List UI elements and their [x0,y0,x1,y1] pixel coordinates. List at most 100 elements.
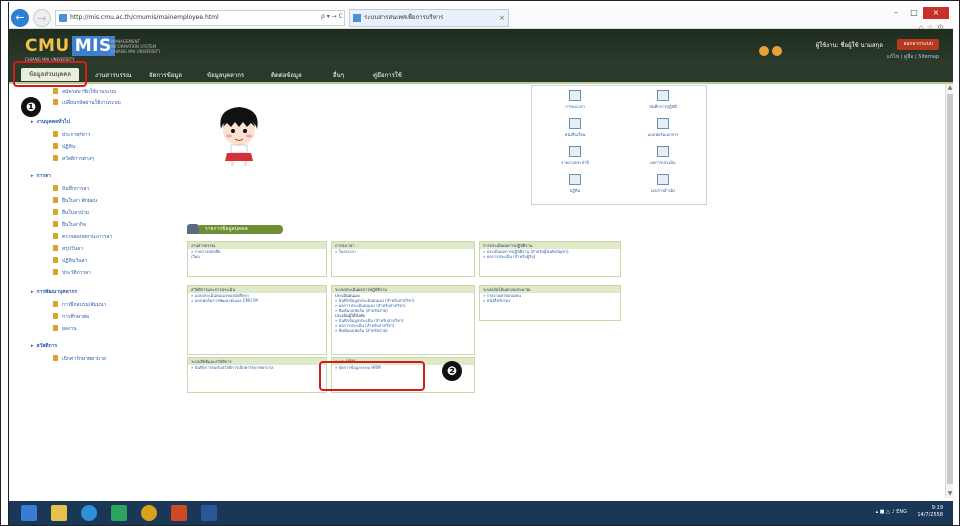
chrome-icon[interactable] [141,505,157,521]
box-link[interactable]: » พิมพ์แบบฟอร์ม (สำหรับสาย) [332,328,474,333]
quick-icon-item[interactable]: ปฏิทิน [532,174,618,194]
quick-icon-label: หนังสือเวียน [564,132,586,137]
logout-button[interactable]: ออกจากระบบ [897,39,939,50]
powerpoint-icon[interactable] [171,505,187,521]
logo-main-text: CMU [25,36,70,56]
work-icon [53,325,58,331]
sidebar-item[interactable]: ผลงาน [53,325,77,333]
history-icon [53,269,58,275]
sidebar-section-welfare[interactable]: สวัสดิการ [31,342,58,350]
menu-tab-staff[interactable]: ข้อมูลบุคลากร [207,70,244,81]
box-title: งานสารบรรณ [188,242,326,249]
sidebar-section-leave[interactable]: การลา [31,172,51,180]
cartoon-avatar [220,107,258,166]
quick-icon-item[interactable]: รายงานประจำปี [532,146,618,166]
quick-icon-item[interactable]: บันทึกการปฏิบัติ [620,90,706,110]
user-icon [53,88,58,94]
sidebar-item[interactable]: เปลี่ยนรหัสผ่านใช้งานระบบ [53,99,121,107]
medical-icon [53,355,58,361]
quick-icon-item[interactable]: แบบฟอร์มเอกสาร [620,118,706,138]
info-box-time: การลงเวลา » ใบลงเวลา [331,241,475,277]
box-link[interactable]: » ผลการประเมิน (สำหรับผู้รับ) [480,254,620,259]
header-sub-links[interactable]: แก้ไข | คู่มือ | Sitemap [887,53,939,61]
box-link[interactable]: » หนังสือรับรอง [480,298,620,303]
sidebar-section-general[interactable]: งานบุคคลทั่วไป [31,118,70,126]
sidebar-item-label: สมัครสมาชิกใช้งานระบบ [62,89,117,95]
box-link[interactable]: » บันทึกการขอรับสวัสดิการเบิกค่ารักษาพยา… [188,365,326,370]
menu-tab-manual[interactable]: คู่มือการใช้ [373,70,402,81]
sidebar-section-development[interactable]: การพัฒนาบุคลากร [31,288,78,296]
section-title: รายการข้อมูลบุคคล [199,225,283,234]
person-icon [569,146,581,157]
address-tools[interactable]: ρ ▾ → C [321,10,343,24]
back-button[interactable]: ← [11,9,29,27]
info-box-rights: ระบบสิทธิและสวัสดิการ » บันทึกการขอรับสว… [187,357,327,393]
highlight-box-menu [13,61,87,87]
sidebar-item-label: การฝึกอบรม/สัมมนา [62,302,107,308]
file-explorer-icon[interactable] [51,505,67,521]
tab-close-icon[interactable]: × [499,10,505,26]
box-link[interactable]: เวียน [188,254,326,259]
cmu-mis-logo[interactable]: CMU MIS [25,36,115,56]
box-title: การประเมินผลการปฏิบัติงาน [480,242,620,249]
info-box-evaluation: การประเมินผลการปฏิบัติงาน » ประเมินผลการ… [479,241,621,277]
sidebar-item[interactable]: ยื่นใบลากิจ [53,221,86,229]
sidebar-item[interactable]: ยื่นใบลา พักผ่อน [53,197,97,205]
vertical-scrollbar[interactable]: ▲ ▼ [945,84,953,498]
quick-icon-item[interactable]: หนังสือเวียน [532,118,618,138]
quick-icon-label: เอกสารอ้างอิง [651,188,675,193]
highlight-box-hrm [319,361,425,391]
menu-tab-other[interactable]: อื่นๆ [333,70,344,81]
ie-browser-icon[interactable] [81,505,97,521]
browser-tab[interactable]: ระบบสารสนเทศเพื่อการบริหาร × [349,9,509,27]
search-icon [53,233,58,239]
sidebar-item[interactable]: การศึกษาต่อ [53,313,89,321]
sidebar-item[interactable]: ปฏิทินวันลา [53,257,87,265]
reference-doc-icon [657,174,669,185]
scroll-up-icon[interactable]: ▲ [946,84,954,92]
quick-icon-label: แบบฟอร์มเอกสาร [647,132,679,137]
training-icon [53,301,58,307]
box-link[interactable]: » ใบลงเวลา [332,249,474,254]
form-icon [53,221,58,227]
address-bar[interactable]: http://mis.cmu.ac.th/cmumis/mainemployee… [55,10,345,26]
taskbar-clock[interactable]: 9:19 14/7/2558 [917,505,943,519]
menu-tab-manage[interactable]: จัดการข้อมูล [149,70,182,81]
quick-icon-item[interactable]: การลงเวลา [532,90,618,110]
quick-icon-item[interactable]: ผลการประเมิน [620,146,706,166]
sidebar-item[interactable]: สวัสดิการต่างๆ [53,155,94,163]
menu-tab-documents[interactable]: งานสารบรรณ [95,70,131,81]
box-link[interactable]: » แบบฟอร์มการพัฒนาตนเอง CMU PA [188,298,326,303]
sidebar-item[interactable]: ปฏิทิน [53,143,75,151]
window-close-button[interactable]: × [923,7,949,19]
scroll-thumb[interactable] [947,94,953,484]
scroll-down-icon[interactable]: ▼ [946,490,954,498]
sidebar-item[interactable]: บันทึกการลา [53,185,89,193]
menu-tab-contact[interactable]: ติดต่อข้อมูล [271,70,302,81]
sidebar-item[interactable]: ตรวจสอบสถานะการลา [53,233,112,241]
box-title: ระบบประเมินผลการปฏิบัติงาน [332,286,474,293]
sidebar-item[interactable]: การฝึกอบรม/สัมมนา [53,301,106,309]
sidebar-item-label: เบิกค่ารักษาพยาบาล [62,356,106,362]
left-border-strip [2,2,9,525]
site-header: CMU MIS CHIANG MAI UNIVERSITY MANAGEMENT … [9,29,953,67]
sidebar-item[interactable]: สมัครสมาชิกใช้งานระบบ [53,88,116,96]
calendar-icon [53,143,58,149]
start-windows-icon[interactable] [21,505,37,521]
header-orange-dot-icon[interactable] [772,46,782,56]
chart-icon [657,146,669,157]
header-orange-dot-icon[interactable] [759,46,769,56]
site-favicon-icon [59,14,67,22]
quick-icon-item[interactable]: เอกสารอ้างอิง [620,174,706,194]
sidebar-item[interactable]: เบิกค่ารักษาพยาบาล [53,355,106,363]
word-icon[interactable] [201,505,217,521]
sidebar-item[interactable]: ยื่นใบลาป่วย [53,209,89,217]
window-maximize-button[interactable]: □ [907,7,921,19]
system-tray[interactable]: ▴ ■ △ ♪ ENG [876,509,907,515]
sidebar-item[interactable]: ประวัติการลา [53,269,91,277]
window-minimize-button[interactable]: – [889,7,903,19]
sidebar-item[interactable]: ประกาศ/ข่าว [53,131,90,139]
store-icon[interactable] [111,505,127,521]
sidebar-item[interactable]: สรุปวันลา [53,245,83,253]
forward-button[interactable]: → [33,9,51,27]
